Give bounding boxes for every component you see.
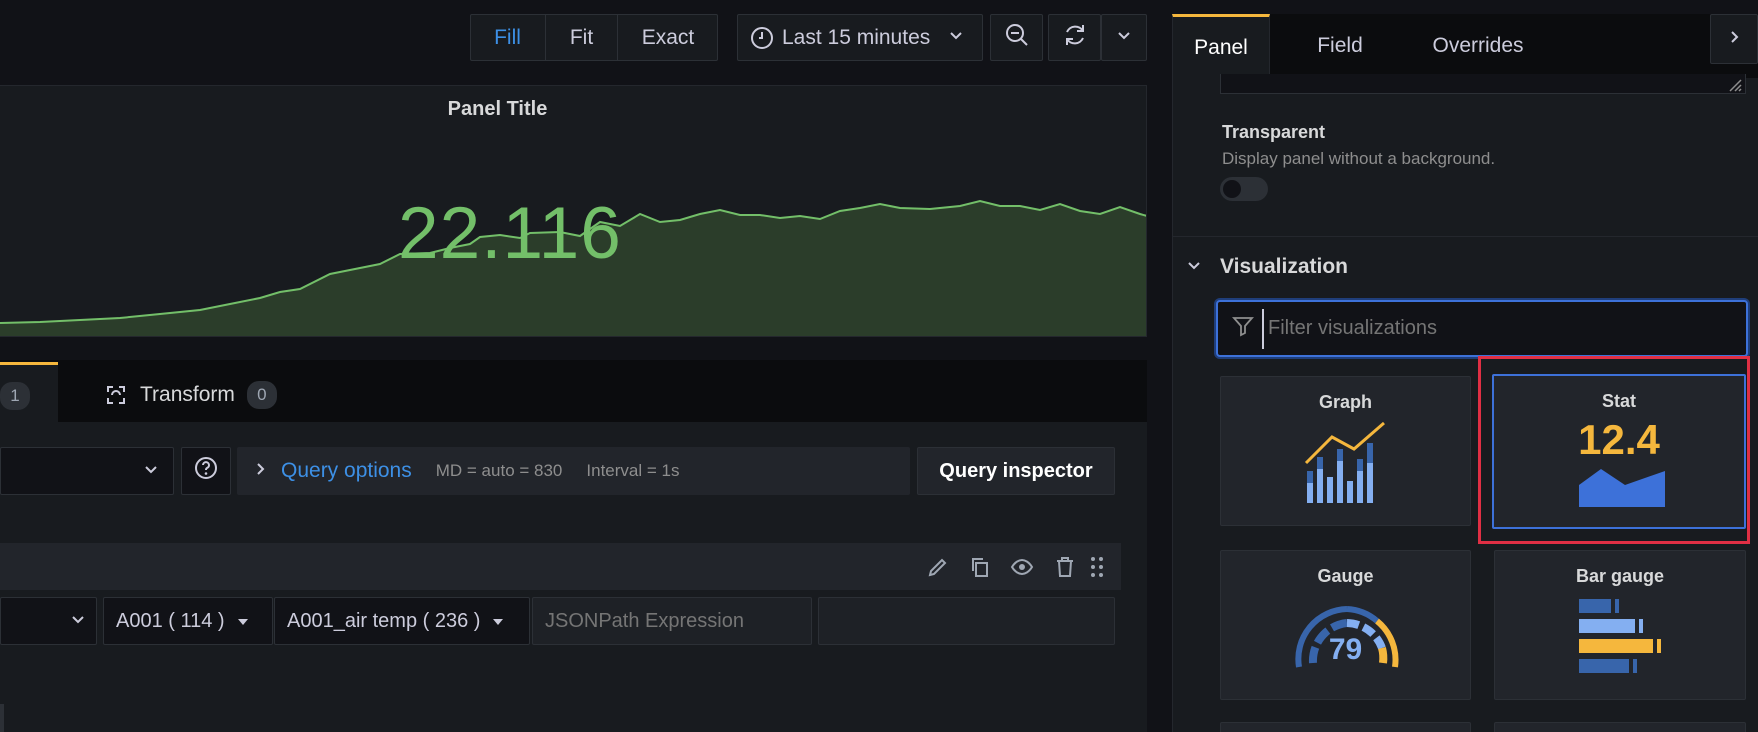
gauge-preview-value: 79 xyxy=(1328,633,1363,666)
transparent-label: Transparent xyxy=(1222,122,1326,142)
transparent-toggle[interactable] xyxy=(1220,177,1268,201)
filter-icon xyxy=(1232,315,1254,342)
question-icon xyxy=(194,456,218,486)
viz-card-gauge[interactable]: Gauge 79 xyxy=(1220,550,1471,700)
query-row-header xyxy=(0,543,1121,590)
viz-card-name: Graph xyxy=(1318,392,1372,412)
refresh-icon xyxy=(1062,22,1088,53)
resize-handle-icon[interactable] xyxy=(1726,76,1742,97)
duplicate-icon[interactable] xyxy=(968,555,992,584)
device-select-value: A001 ( 114 ) xyxy=(116,609,225,632)
collapse-options-button[interactable] xyxy=(1710,14,1758,64)
filter-visualizations-box[interactable] xyxy=(1216,300,1748,357)
bar-gauge-preview-icon xyxy=(1579,599,1661,673)
chevron-down-icon xyxy=(143,460,159,483)
transform-label: Transform xyxy=(140,383,235,406)
query-inspector-button[interactable]: Query inspector xyxy=(917,447,1115,495)
tab-query[interactable]: 1 xyxy=(0,362,58,423)
viz-card-graph[interactable]: Graph xyxy=(1220,376,1471,526)
device-select[interactable]: A001 ( 114 ) xyxy=(103,597,273,645)
caret-down-icon xyxy=(492,610,504,633)
tab-overrides[interactable]: Overrides xyxy=(1410,14,1546,78)
graph-preview-icon xyxy=(1304,421,1385,503)
filter-visualizations-input[interactable] xyxy=(1262,308,1746,349)
time-range-picker[interactable]: Last 15 minutes xyxy=(737,14,983,61)
chevron-down-icon xyxy=(70,610,86,633)
trash-icon[interactable] xyxy=(1053,555,1077,584)
zoom-out-icon xyxy=(1004,22,1030,53)
clock-icon xyxy=(750,26,774,50)
viz-card-next-left[interactable] xyxy=(1220,722,1471,732)
help-button[interactable] xyxy=(181,447,231,495)
datasource-picker[interactable] xyxy=(0,447,174,495)
chevron-down-icon xyxy=(948,27,964,48)
caret-down-icon xyxy=(237,610,249,633)
visualization-heading: Visualization xyxy=(1220,255,1348,278)
drag-handle-icon[interactable] xyxy=(1089,555,1105,584)
visualization-section-header[interactable]: Visualization xyxy=(1186,252,1348,282)
fit-button[interactable]: Fit xyxy=(546,14,618,61)
eye-icon[interactable] xyxy=(1010,555,1034,584)
toggle-knob xyxy=(1223,180,1241,198)
sensor-select-value: A001_air temp ( 236 ) xyxy=(287,609,481,632)
stat-panel-preview[interactable]: Panel Title 22.116 xyxy=(0,85,1147,337)
description-textarea[interactable] xyxy=(1220,74,1746,94)
max-data-points: MD = auto = 830 xyxy=(435,461,563,480)
add-query-button-edge[interactable] xyxy=(0,704,4,732)
transform-count-badge: 0 xyxy=(246,381,277,409)
fill-button[interactable]: Fill xyxy=(470,14,546,61)
transparent-description: Display panel without a background. xyxy=(1222,149,1496,168)
viz-card-next-right[interactable] xyxy=(1494,722,1746,732)
viz-card-name: Gauge xyxy=(1317,566,1374,586)
sensor-select[interactable]: A001_air temp ( 236 ) xyxy=(274,597,530,645)
viz-card-bar-gauge[interactable]: Bar gauge xyxy=(1494,550,1746,700)
tab-field[interactable]: Field xyxy=(1290,14,1390,78)
query-type-select[interactable] xyxy=(0,597,97,645)
interval-value: Interval = 1s xyxy=(586,461,680,480)
refresh-interval-dropdown[interactable] xyxy=(1101,14,1147,61)
query-count-badge: 1 xyxy=(0,382,30,410)
transform-icon xyxy=(104,383,128,407)
viz-card-name: Bar gauge xyxy=(1575,566,1665,586)
tab-transform[interactable]: Transform 0 xyxy=(104,378,277,412)
exact-button[interactable]: Exact xyxy=(618,14,718,61)
query-options-bar[interactable]: Query options MD = auto = 830 Interval =… xyxy=(237,447,910,495)
time-range-label: Last 15 minutes xyxy=(782,25,931,49)
stat-value: 22.116 xyxy=(398,193,622,274)
tab-panel[interactable]: Panel xyxy=(1172,14,1270,78)
selection-highlight-box xyxy=(1478,356,1750,544)
jsonpath-input[interactable] xyxy=(532,597,812,645)
chevron-down-icon xyxy=(1186,257,1202,278)
zoom-out-button[interactable] xyxy=(990,14,1043,61)
query-options-label: Query options xyxy=(281,459,412,482)
chevron-right-icon xyxy=(1727,30,1741,49)
section-divider xyxy=(1172,236,1758,237)
alias-input[interactable] xyxy=(818,597,1115,645)
chevron-right-icon xyxy=(253,462,267,481)
refresh-button[interactable] xyxy=(1048,14,1101,61)
edit-icon[interactable] xyxy=(926,555,950,584)
chevron-down-icon xyxy=(1116,27,1132,48)
